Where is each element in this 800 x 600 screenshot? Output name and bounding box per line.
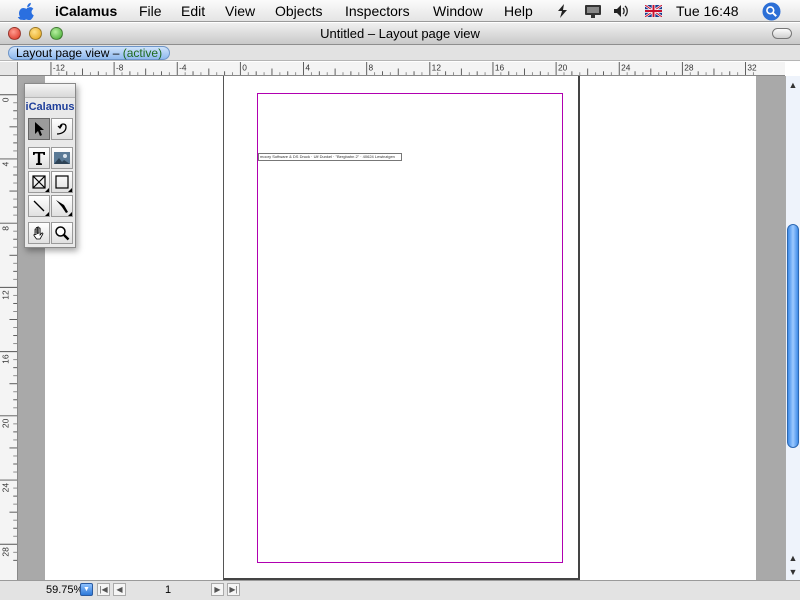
window-title: Untitled – Layout page view xyxy=(320,26,480,41)
hand-tool[interactable] xyxy=(28,222,50,244)
rotate-icon xyxy=(56,123,67,135)
window-title-bar[interactable]: Untitled – Layout page view xyxy=(0,23,800,45)
ruler-tick-label: -12 xyxy=(53,62,65,72)
ruler-tick-label: 0 xyxy=(242,62,247,72)
horizontal-ruler[interactable]: -12 -8 -4 0 4 8 12 16 20 24 28 32 xyxy=(18,62,785,76)
zoom-tool[interactable] xyxy=(51,222,73,244)
ruler-tick-label: 4 xyxy=(305,62,310,72)
palette-drag-bar[interactable] xyxy=(25,84,75,98)
vertical-scrollbar[interactable]: ▲ ▲ ▼ xyxy=(785,76,800,580)
text-frame[interactable]: moory Software & DS Druck · Ulf Dunkel ·… xyxy=(258,153,402,161)
display-icon[interactable] xyxy=(584,3,602,19)
menu-help[interactable]: Help xyxy=(504,3,533,19)
cross-frame-tool[interactable] xyxy=(28,171,50,193)
rectangle-tool[interactable] xyxy=(51,171,73,193)
tab-layout-page-view[interactable]: Layout page view – (active) xyxy=(8,46,171,60)
page-number[interactable]: 1 xyxy=(165,584,171,596)
ruler-tick-label: 16 xyxy=(1,354,11,364)
view-tab-strip: Layout page view – (active) xyxy=(0,45,800,61)
tool-palette[interactable]: iCalamus xyxy=(24,83,76,248)
ruler-tick-label: -4 xyxy=(179,62,187,72)
ruler-tick-label: -8 xyxy=(116,62,124,72)
status-bar: 59.75% ▼ |◀ ◀ 1 ▶ ▶| xyxy=(0,580,800,600)
ruler-origin[interactable] xyxy=(0,62,18,76)
arrow-icon xyxy=(35,122,44,136)
palette-title: iCalamus xyxy=(25,101,75,113)
menu-edit[interactable]: Edit xyxy=(181,3,205,19)
vertical-ruler[interactable]: 0 4 8 12 16 20 24 28 xyxy=(0,76,18,580)
ruler-tick-label: 20 xyxy=(558,62,568,72)
ruler-tick-label: 28 xyxy=(684,62,694,72)
ruler-tick-label: 8 xyxy=(1,226,11,231)
spotlight-icon[interactable] xyxy=(762,2,781,21)
previous-page-icon[interactable]: ◀ xyxy=(113,583,126,596)
layout-workspace[interactable]: moory Software & DS Druck · Ulf Dunkel ·… xyxy=(18,76,785,580)
scroll-down-arrow-icon[interactable]: ▼ xyxy=(786,565,800,579)
ruler-tick-label: 24 xyxy=(621,62,631,72)
ruler-tick-label: 8 xyxy=(369,62,374,72)
next-page-icon[interactable]: ▶ xyxy=(211,583,224,596)
ruler-tick-label: 12 xyxy=(432,62,442,72)
zoom-level[interactable]: 59.75% xyxy=(46,584,83,596)
menu-file[interactable]: File xyxy=(139,3,162,19)
ruler-tick-label: 16 xyxy=(495,62,505,72)
apple-icon[interactable] xyxy=(17,2,37,20)
pasteboard-right xyxy=(756,76,785,580)
image-tool[interactable] xyxy=(51,147,73,169)
ruler-tick-label: 4 xyxy=(1,162,11,167)
volume-icon[interactable] xyxy=(612,3,632,19)
ruler-tick-label: 12 xyxy=(1,290,11,300)
magnifier-icon xyxy=(55,226,70,241)
scroll-up-arrow-icon[interactable]: ▲ xyxy=(786,78,800,92)
menu-inspectors[interactable]: Inspectors xyxy=(345,3,410,19)
hand-icon xyxy=(33,226,44,240)
toolbar-toggle-button[interactable] xyxy=(772,28,792,39)
document-page[interactable]: moory Software & DS Druck · Ulf Dunkel ·… xyxy=(223,76,580,580)
app-menu[interactable]: iCalamus xyxy=(55,3,117,19)
menu-objects[interactable]: Objects xyxy=(275,3,322,19)
tab-label: Layout page view – xyxy=(16,46,120,60)
line-tool[interactable] xyxy=(28,195,50,217)
arrow-tool[interactable] xyxy=(28,118,50,140)
first-page-icon[interactable]: |◀ xyxy=(97,583,110,596)
menu-bar: iCalamus File Edit View Objects Inspecto… xyxy=(0,0,800,22)
pen-tool[interactable] xyxy=(51,195,73,217)
script-icon[interactable] xyxy=(555,3,569,19)
rotate-tool[interactable] xyxy=(51,118,73,140)
zoom-popup-button[interactable]: ▼ xyxy=(80,583,93,596)
ruler-tick-label: 20 xyxy=(1,418,11,428)
text-tool[interactable] xyxy=(28,147,50,169)
uk-flag-icon[interactable] xyxy=(645,5,662,17)
scroll-up-arrow-icon[interactable]: ▲ xyxy=(786,551,800,565)
ruler-tick-label: 24 xyxy=(1,483,11,493)
image-icon xyxy=(54,152,70,164)
text-icon xyxy=(33,152,45,165)
ruler-tick-label: 0 xyxy=(0,97,10,102)
menu-view[interactable]: View xyxy=(225,3,255,19)
scroll-thumb[interactable] xyxy=(787,224,799,448)
ruler-tick-label: 28 xyxy=(1,547,11,557)
ruler-tick-label: 32 xyxy=(747,62,757,72)
last-page-icon[interactable]: ▶| xyxy=(227,583,240,596)
margin-guide: moory Software & DS Druck · Ulf Dunkel ·… xyxy=(257,93,563,563)
menu-clock[interactable]: Tue 16:48 xyxy=(676,3,739,19)
tab-status: (active) xyxy=(122,46,163,60)
menu-window[interactable]: Window xyxy=(433,3,483,19)
